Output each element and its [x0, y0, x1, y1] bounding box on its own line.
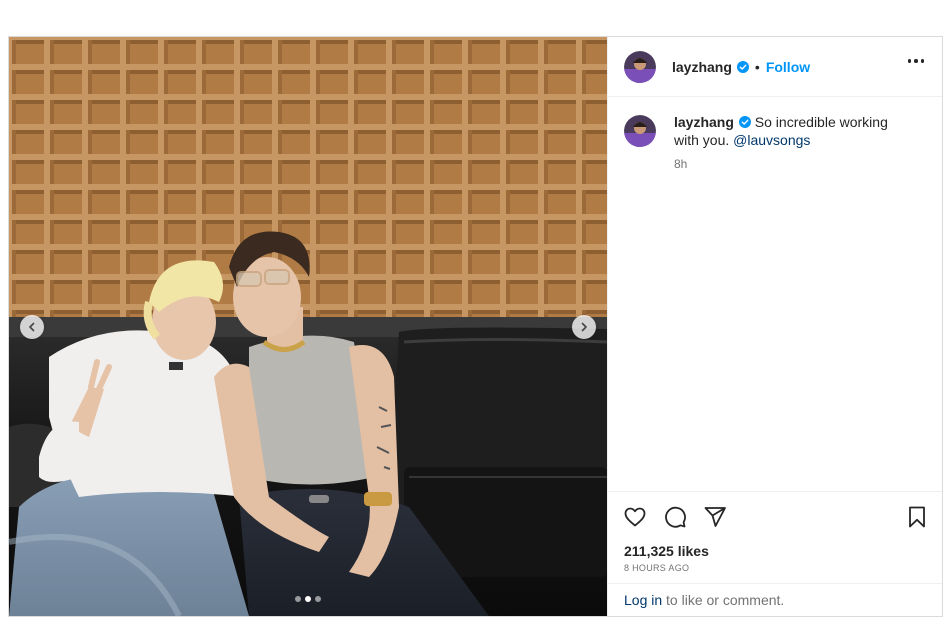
carousel-dot — [315, 596, 321, 602]
caption-mention-link[interactable]: @lauvsongs — [733, 132, 810, 148]
post-header: layzhang • Follow — [608, 37, 942, 97]
carousel-dot — [305, 596, 311, 602]
like-count[interactable]: 211,325 likes — [608, 541, 942, 559]
action-bar — [608, 491, 942, 541]
login-prompt: Log in to like or comment. — [608, 583, 942, 616]
carousel-indicator — [9, 596, 607, 602]
comment-button[interactable] — [662, 504, 688, 530]
header-separator: • — [754, 58, 760, 75]
share-button[interactable] — [702, 504, 728, 530]
chevron-left-icon — [29, 322, 35, 332]
follow-button[interactable]: Follow — [766, 59, 810, 75]
carousel-next-button[interactable] — [572, 315, 596, 339]
chevron-right-icon — [581, 322, 587, 332]
bookmark-icon — [909, 506, 925, 527]
post-photo — [9, 37, 607, 616]
verified-badge-icon — [736, 60, 749, 73]
login-link[interactable]: Log in — [624, 592, 662, 608]
login-suffix: to like or comment. — [666, 592, 785, 608]
comments-section: layzhang So incredible working with you.… — [608, 97, 942, 491]
more-options-icon[interactable] — [907, 59, 924, 63]
verified-badge-icon — [738, 116, 751, 128]
caption-time[interactable]: 8h — [674, 157, 914, 171]
post-author-username[interactable]: layzhang — [672, 59, 732, 75]
post-caption: layzhang So incredible working with you.… — [624, 113, 926, 171]
paper-plane-icon — [704, 506, 726, 527]
comment-icon — [665, 506, 686, 528]
carousel-dot — [295, 596, 301, 602]
post-side-panel: layzhang • Follow layzhang So incredible… — [607, 37, 942, 616]
caption-avatar[interactable] — [624, 115, 656, 147]
caption-username[interactable]: layzhang — [674, 114, 734, 130]
post-date[interactable]: 8 HOURS AGO — [608, 559, 942, 583]
avatar[interactable] — [624, 50, 656, 83]
save-button[interactable] — [904, 504, 930, 530]
heart-icon — [624, 507, 646, 526]
post-media[interactable] — [9, 37, 607, 616]
like-button[interactable] — [622, 504, 648, 530]
post-container: layzhang • Follow layzhang So incredible… — [8, 36, 943, 617]
carousel-prev-button[interactable] — [20, 315, 44, 339]
caption-text-block: layzhang So incredible working with you.… — [674, 113, 914, 149]
